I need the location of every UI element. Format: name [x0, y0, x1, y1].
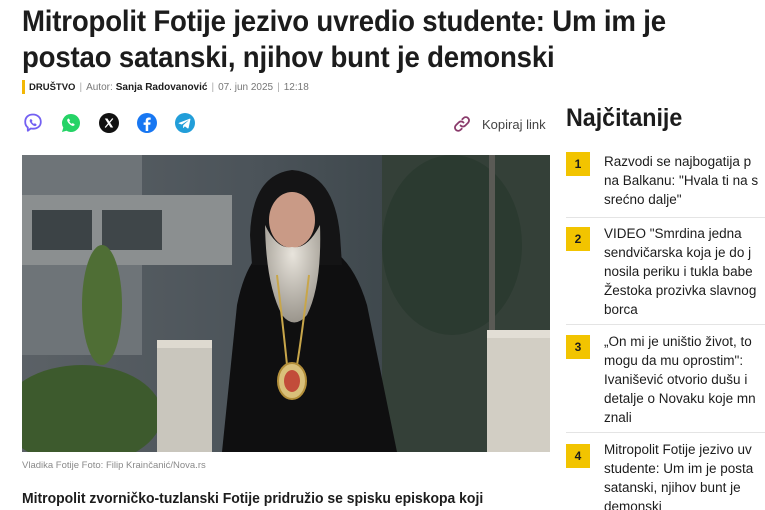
most-read-item[interactable]: 2 VIDEO "Smrdina jedna sendvičarska koja… — [566, 224, 765, 320]
article-headline: Mitropolit Fotije jezivo uvredio student… — [22, 4, 703, 76]
item-title-line: satanski, njihov bunt je — [604, 480, 741, 495]
copy-link-label: Kopiraj link — [482, 116, 546, 132]
author-link[interactable]: Sanja Radovanović — [116, 82, 208, 93]
meta-separator: | — [277, 81, 280, 93]
whatsapp-icon[interactable] — [60, 112, 82, 134]
item-title-line: znali — [604, 410, 632, 425]
article-meta: DRUŠTVO | Autor: Sanja Radovanović | 07.… — [22, 80, 309, 94]
most-read-item[interactable]: 1 Razvodi se najbogatija p na Balkanu: "… — [566, 152, 765, 212]
item-title-line: mogu da mu oprostim": — [604, 353, 744, 368]
item-title-line: Ivanišević otvorio dušu i — [604, 372, 748, 387]
article-date: 07. jun 2025 — [218, 81, 274, 93]
item-title-line: na Balkanu: "Hvala ti na s — [604, 173, 759, 188]
author-label: Autor: — [86, 81, 113, 93]
rank-badge: 3 — [566, 335, 590, 359]
category-accent-bar — [22, 80, 25, 94]
link-icon — [451, 113, 473, 135]
x-icon[interactable] — [98, 112, 120, 134]
meta-separator: | — [211, 81, 215, 93]
most-read-item[interactable]: 4 Mitropolit Fotije jezivo uv studente: … — [566, 440, 765, 510]
item-title-line: „On mi je uništio život, to — [604, 334, 752, 349]
item-title-line: VIDEO "Smrdina jedna — [604, 226, 742, 241]
rank-badge: 4 — [566, 444, 590, 468]
item-title-line: detalje o Novaku koje mn — [604, 391, 756, 406]
article-photo — [22, 155, 550, 452]
telegram-icon[interactable] — [174, 112, 196, 134]
item-title-line: borca — [604, 302, 638, 317]
item-title-line: Mitropolit Fotije jezivo uv — [604, 442, 752, 457]
most-read-item[interactable]: 3 „On mi je uništio život, to mogu da mu… — [566, 332, 765, 428]
share-bar — [22, 112, 212, 134]
headline-line-2: postao satanski, njihov bunt je demonski — [22, 41, 555, 74]
item-title-line: Razvodi se najbogatija p — [604, 154, 752, 169]
divider — [566, 324, 765, 325]
item-title-line: demonski — [604, 499, 662, 510]
category-link[interactable]: DRUŠTVO — [29, 82, 75, 93]
divider — [566, 217, 765, 218]
item-title-line: Žestoka prozivka slavnog — [604, 283, 757, 298]
copy-link-button[interactable]: Kopiraj link — [451, 113, 546, 135]
divider — [566, 432, 765, 433]
most-read-title: Najčitanije — [566, 104, 683, 132]
facebook-icon[interactable] — [136, 112, 158, 134]
viber-icon[interactable] — [22, 112, 44, 134]
item-title-line: studente: Um im je posta — [604, 461, 754, 476]
rank-badge: 2 — [566, 227, 590, 251]
item-title-line: nosila periku i tukla babe — [604, 264, 753, 279]
item-title-line: srećno dalje" — [604, 192, 682, 207]
meta-separator: | — [79, 81, 83, 93]
article-time: 12:18 — [283, 81, 309, 93]
rank-badge: 1 — [566, 152, 590, 176]
article-lead: Mitropolit zvorničko-tuzlanski Fotije pr… — [22, 490, 484, 507]
item-title-line: sendvičarska koja je do j — [604, 245, 752, 260]
photo-caption: Vladika Fotije Foto: Filip Krainčanić/No… — [22, 460, 206, 471]
headline-line-1: Mitropolit Fotije jezivo uvredio student… — [22, 5, 666, 38]
